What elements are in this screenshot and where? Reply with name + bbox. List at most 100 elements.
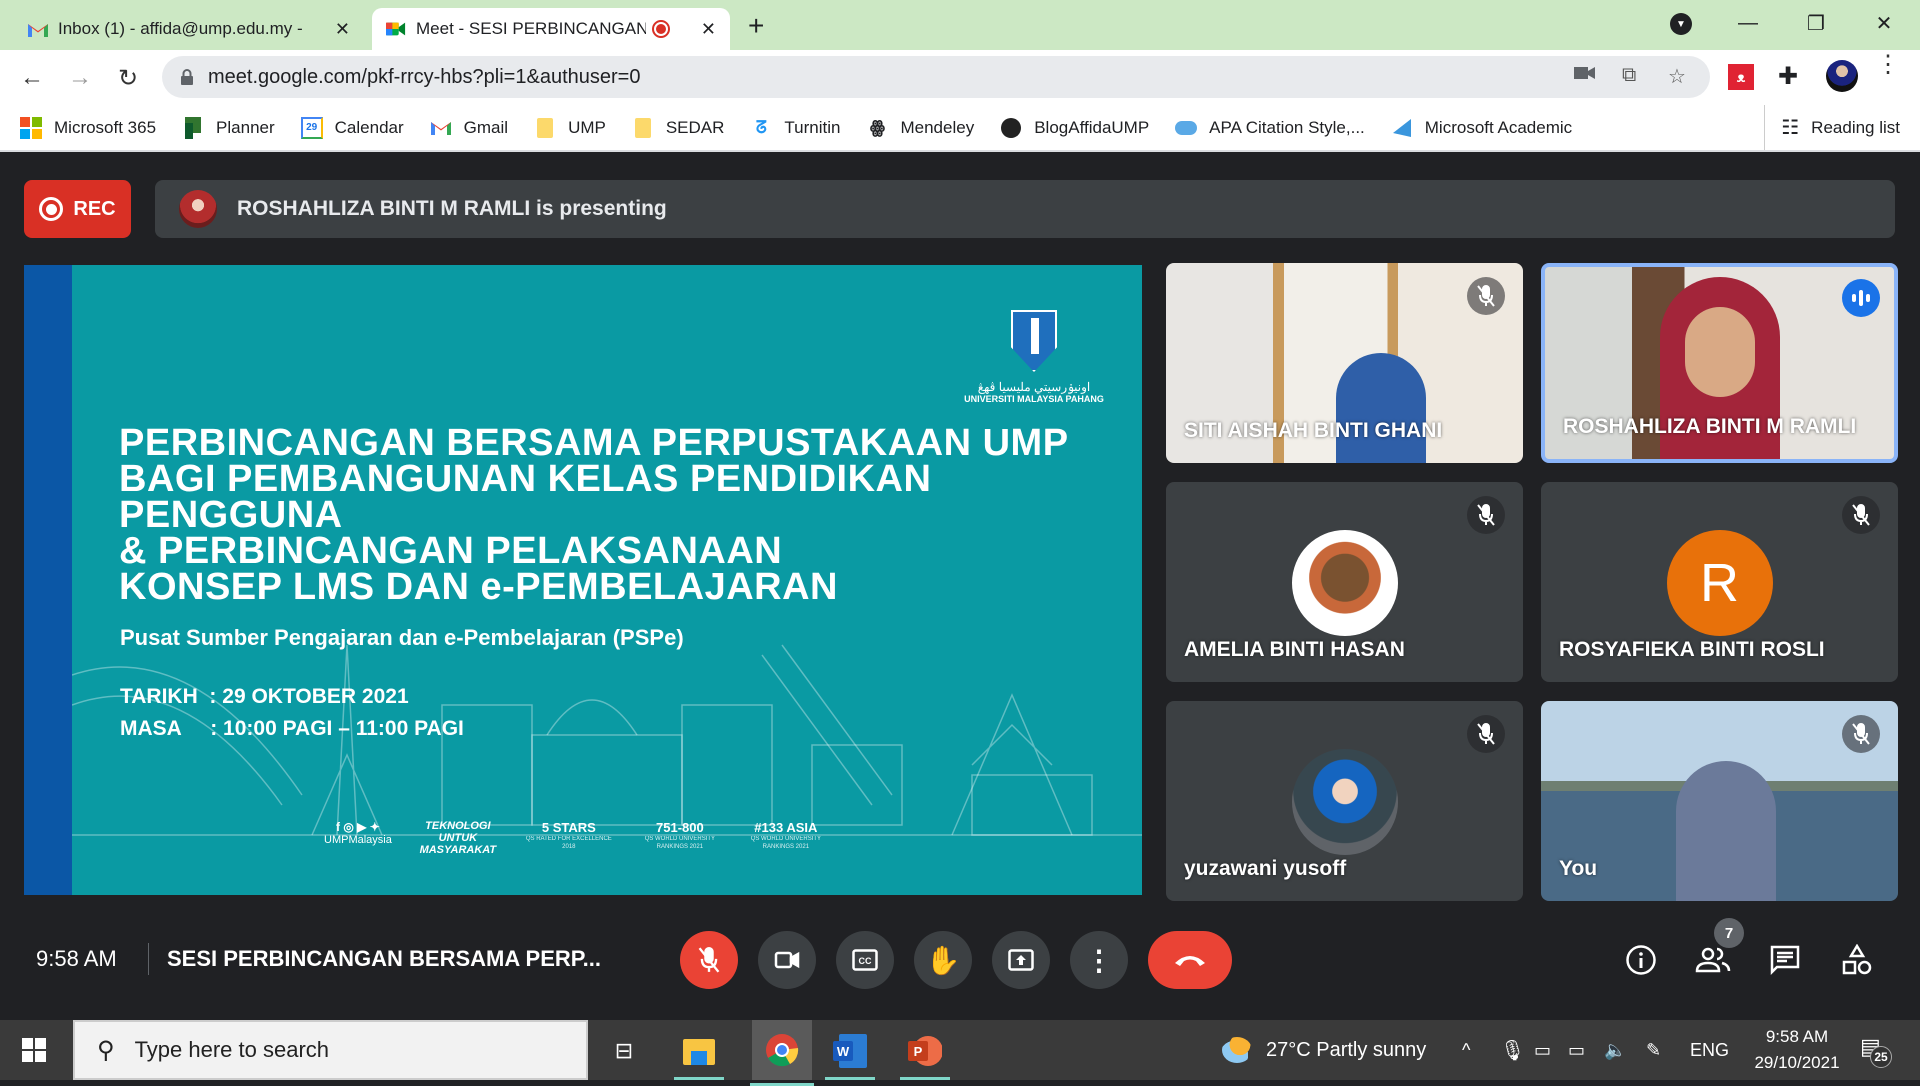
bookmark-microsoft-academic[interactable]: Microsoft Academic [1391,117,1572,139]
bookmark-gmail[interactable]: Gmail [430,117,508,139]
bookmark-calendar[interactable]: 29 Calendar [300,116,404,139]
participant-tile[interactable]: SITI AISHAH BINTI GHANI [1166,263,1523,463]
captions-button[interactable]: CC [836,931,894,989]
action-center-button[interactable]: ▤ 25 [1860,1034,1892,1068]
tab-gmail-inbox[interactable]: Inbox (1) - affida@ump.edu.my - ✕ [14,8,364,50]
slide-footer-badges: f ◎ ▶ ✦ UMPMalaysia TEKNOLOGI UNTUK MASYA… [324,820,826,856]
taskbar-clock[interactable]: 9:58 AM 29/10/2021 [1752,1024,1842,1076]
browser-menu-icon[interactable]: ⋮ [1876,53,1900,77]
restore-button[interactable]: ❐ [1786,0,1846,46]
turnitin-icon: ᘔ [755,117,767,137]
bookmark-ump[interactable]: UMP [534,117,606,139]
mic-off-icon [1467,277,1505,315]
mic-off-icon [1842,496,1880,534]
word-icon: W [833,1034,867,1068]
presenter-avatar [179,190,217,228]
speaking-indicator-icon [1842,279,1880,317]
taskbar-word[interactable]: W [825,1028,875,1080]
taskbar-chrome[interactable] [750,1020,814,1086]
camera-icon[interactable] [1574,64,1596,87]
participant-tile[interactable]: R ROSYAFIEKA BINTI ROSLI [1541,482,1898,682]
taskbar-powerpoint[interactable]: P [900,1028,950,1080]
tab-search-icon[interactable]: ▼ [1670,13,1692,35]
meeting-details-button[interactable] [1621,940,1661,980]
tab-title: Meet - SESI PERBINCANGAN [416,19,646,38]
bookmark-star-icon[interactable]: ☆ [1668,64,1686,89]
toggle-camera-button[interactable] [758,931,816,989]
svg-text:CC: CC [859,956,872,966]
network-icon[interactable]: ▭ [1568,1020,1585,1080]
start-button[interactable] [22,1038,46,1067]
minimize-button[interactable]: — [1718,0,1778,46]
activities-shapes-icon [1842,944,1872,975]
new-tab-button[interactable]: + [748,10,764,42]
present-screen-icon [1008,949,1034,971]
taskbar-file-explorer[interactable] [674,1028,724,1080]
participant-name: ROSYAFIEKA BINTI ROSLI [1559,638,1825,661]
activities-button[interactable] [1837,940,1877,980]
chrome-icon [766,1034,799,1067]
tab-meet[interactable]: Meet - SESI PERBINCANGAN ✕ [372,8,730,50]
participant-name: You [1559,857,1598,880]
mic-off-icon [1842,715,1880,753]
meeting-title: SESI PERBINCANGAN BERSAMA PERP... [167,946,601,971]
close-tab-icon[interactable]: ✕ [335,19,350,40]
photo-avatar [1291,749,1398,855]
address-bar[interactable]: meet.google.com/pkf-rrcy-hbs?pli=1&authu… [162,56,1710,98]
participant-tile-speaking[interactable]: ROSHAHLIZA BINTI M RAMLI [1541,263,1898,463]
microphone-tray-icon[interactable]: 🎙 [1500,1020,1525,1080]
participant-name: SITI AISHAH BINTI GHANI [1184,419,1443,442]
presentation-slide[interactable]: اونيۏرسيتي مليسيا ڤهڠ UNIVERSITI MALAYSI… [24,265,1142,895]
meeting-clock: 9:58 AM [36,946,117,971]
presenting-banner: ROSHAHLIZA BINTI M RAMLI is presenting [155,180,1895,238]
bookmark-turnitin[interactable]: ᘔ Turnitin [750,117,841,139]
mendeley-extension-icon[interactable]: ᴥ [1728,64,1754,90]
extensions-icon[interactable]: ✚ [1778,62,1798,91]
slide-subtitle: Pusat Sumber Pengajaran dan e-Pembelajar… [120,625,684,650]
bookmark-planner[interactable]: Planner [182,116,275,139]
reload-button[interactable]: ↻ [112,62,144,94]
lock-icon [181,69,193,85]
more-options-button[interactable]: ⋮ [1070,931,1128,989]
participant-name: ROSHAHLIZA BINTI M RAMLI [1563,415,1857,438]
close-window-button[interactable]: ✕ [1854,0,1914,46]
pen-icon[interactable]: ✎ [1646,1020,1661,1080]
participant-tile[interactable]: yuzawani yusoff [1166,701,1523,901]
bookmarks-bar: Microsoft 365 Planner 29 Calendar Gmail U… [0,105,1920,152]
show-hidden-icons-button[interactable]: ^ [1462,1020,1470,1080]
bookmark-mendeley[interactable]: ꙮ Mendeley [866,117,974,139]
toggle-mic-button[interactable] [680,931,738,989]
bookmark-blogaffidaump[interactable]: BlogAffidaUMP [1000,117,1149,139]
reading-list-button[interactable]: ☷ Reading list [1764,105,1900,150]
forward-button[interactable]: → [64,62,96,94]
chat-button[interactable] [1765,940,1805,980]
open-in-new-icon[interactable]: ⧉ [1622,64,1636,87]
input-language[interactable]: ENG [1690,1020,1729,1080]
planner-icon [182,116,204,139]
camera-icon [774,951,800,969]
gmail-icon [430,117,452,139]
slide-date: TARIKH : 29 OKTOBER 2021 [120,685,409,708]
present-now-button[interactable] [992,931,1050,989]
ranking-badge: #133 ASIA QS WORLD UNIVERSITY RANKINGS 20… [750,820,822,850]
mendeley-icon: ꙮ [870,117,885,137]
profile-avatar[interactable] [1826,60,1858,92]
hand-icon: ✋ [925,944,961,976]
taskbar-search-box[interactable]: ⚲ Type here to search [73,1020,588,1080]
reading-list-icon: ☷ [1781,117,1800,139]
bookmark-sedar[interactable]: SEDAR [632,117,724,139]
leave-call-button[interactable] [1148,931,1232,989]
recording-indicator-icon [652,20,670,38]
close-tab-icon[interactable]: ✕ [701,19,716,40]
raise-hand-button[interactable]: ✋ [914,931,972,989]
back-button[interactable]: ← [16,62,48,94]
participant-tile[interactable]: AMELIA BINTI HASAN [1166,482,1523,682]
volume-icon[interactable]: 🔈 [1604,1020,1626,1080]
battery-icon[interactable]: ▭ [1534,1020,1551,1080]
recording-badge[interactable]: REC [24,180,131,238]
weather-widget[interactable]: 27°C Partly sunny [1222,1020,1426,1080]
task-view-button[interactable]: ⊟ [601,1028,647,1074]
bookmark-microsoft-365[interactable]: Microsoft 365 [20,116,156,139]
bookmark-apa-citation[interactable]: APA Citation Style,... [1175,117,1365,139]
self-tile[interactable]: You [1541,701,1898,901]
